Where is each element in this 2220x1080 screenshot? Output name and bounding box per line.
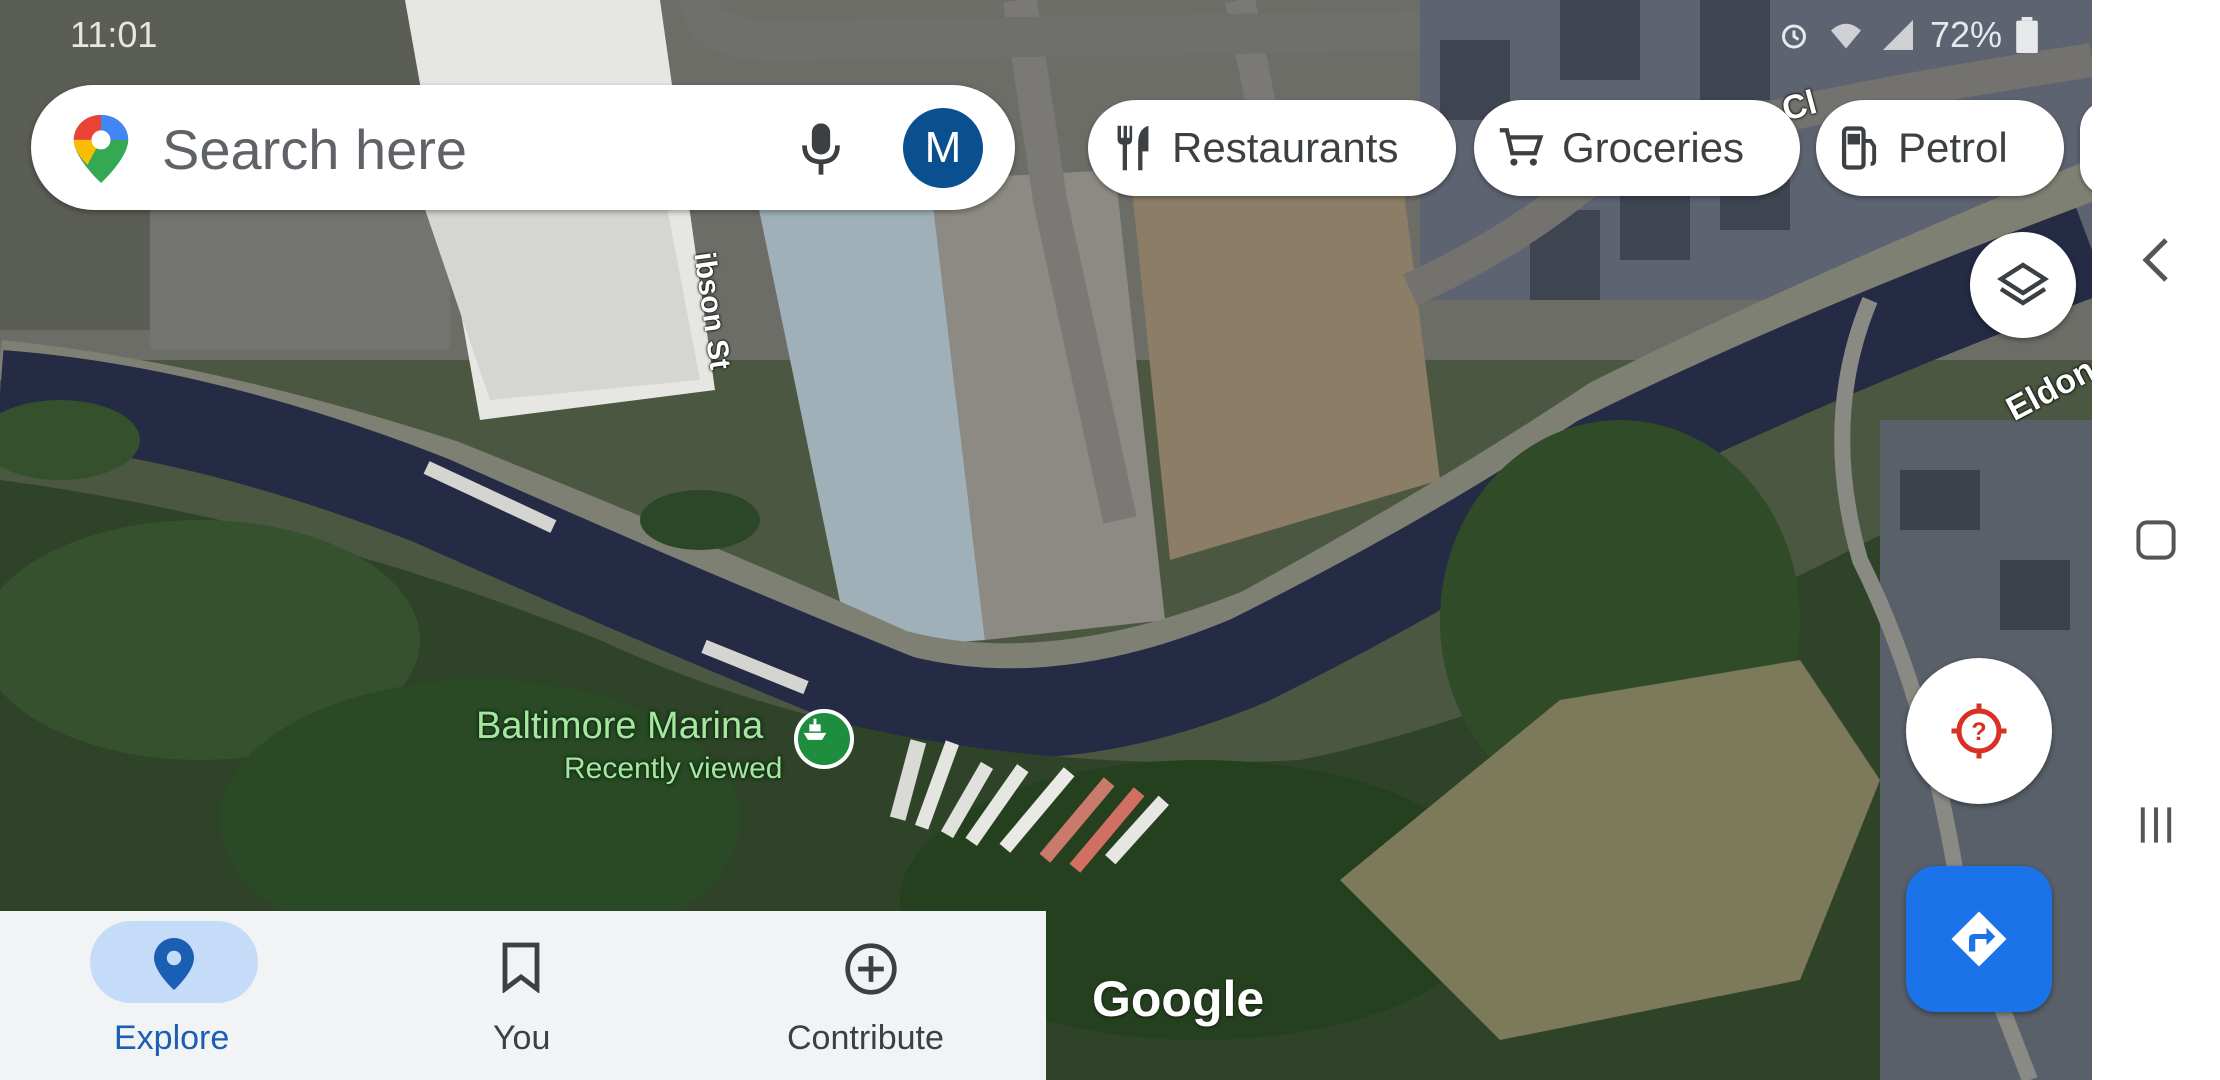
search-bar[interactable]: Search here M [31, 85, 1015, 210]
recent-apps-button[interactable] [2092, 790, 2220, 860]
svg-text:?: ? [1971, 718, 1986, 746]
marina-pin-icon[interactable] [794, 709, 854, 769]
gas-station-icon [1841, 126, 1877, 170]
account-avatar[interactable]: M [903, 108, 983, 188]
system-navigation-bar [2092, 0, 2220, 1080]
battery-icon [2016, 17, 2038, 53]
microphone-icon[interactable] [799, 121, 843, 177]
directions-icon [1951, 911, 2007, 967]
status-icons: 72% [1776, 14, 2038, 56]
restaurant-icon [1117, 125, 1149, 171]
location-pin-icon [154, 938, 194, 990]
status-time: 11:01 [70, 14, 158, 55]
location-unknown-icon: ? [1951, 703, 2007, 759]
cart-icon [1499, 128, 1544, 166]
chip-label: Restaurants [1172, 124, 1399, 171]
search-input[interactable]: Search here [162, 117, 467, 182]
home-square-icon [2136, 520, 2176, 560]
bottom-navigation: Explore You Contribute [0, 911, 1046, 1080]
signal-icon [1883, 20, 1913, 50]
my-location-button[interactable]: ? [1906, 658, 2052, 804]
layers-icon [1997, 262, 2049, 306]
bookmark-icon [502, 942, 540, 993]
place-name-label[interactable]: Baltimore Marina [476, 705, 763, 748]
google-maps-logo-icon [73, 115, 129, 183]
nav-label-you: You [493, 1019, 551, 1057]
nav-contribute[interactable]: Contribute [775, 911, 967, 1080]
chip-restaurants[interactable]: Restaurants [1088, 100, 1456, 196]
chip-label: Groceries [1562, 124, 1745, 171]
nav-label-explore: Explore [114, 1019, 230, 1057]
home-button[interactable] [2092, 505, 2220, 575]
back-chevron-icon [2142, 238, 2168, 282]
place-subtitle-label: Recently viewed [564, 752, 783, 785]
google-attribution: Google [1092, 971, 1265, 1027]
add-circle-icon [845, 943, 897, 995]
nav-label-contribute: Contribute [787, 1019, 944, 1057]
battery-percent: 72% [1930, 14, 2003, 55]
wifi-icon [1831, 23, 1861, 49]
chip-petrol[interactable]: Petrol [1816, 100, 2064, 196]
chip-label: Petrol [1898, 124, 2008, 171]
directions-button[interactable] [1906, 866, 2052, 1012]
recent-apps-icon [2140, 807, 2172, 843]
alarm-icon [1782, 24, 1806, 49]
screen: ibson St Eldon Cl Baltimore Marina Recen… [0, 0, 2220, 1080]
back-button[interactable] [2092, 225, 2220, 295]
nav-explore[interactable]: Explore [90, 911, 258, 1080]
layers-button[interactable] [1970, 232, 2076, 338]
boat-icon [803, 718, 827, 740]
chip-groceries[interactable]: Groceries [1474, 100, 1800, 196]
nav-you[interactable]: You [437, 911, 605, 1080]
